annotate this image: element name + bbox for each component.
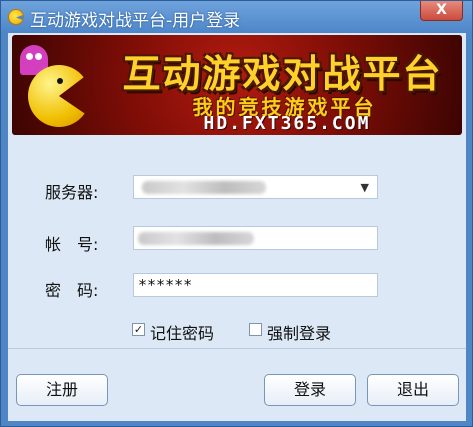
exit-button[interactable]: 退出 bbox=[367, 374, 459, 406]
title-bar[interactable]: 互动游戏对战平台-用户登录 X bbox=[1, 1, 472, 33]
force-login-label[interactable]: 强制登录 bbox=[267, 320, 331, 344]
account-input[interactable] bbox=[133, 226, 378, 250]
login-window: 互动游戏对战平台-用户登录 X 互动游戏对战平台 我的竞技游戏平台 HD.FXT… bbox=[0, 0, 473, 427]
banner-title: 互动游戏对战平台 bbox=[122, 52, 443, 96]
remember-password-checkbox[interactable]: ✓ bbox=[132, 323, 145, 336]
footer-divider bbox=[8, 348, 466, 349]
pacman-mascot-icon bbox=[28, 65, 90, 127]
login-panel: 互动游戏对战平台 我的竞技游戏平台 HD.FXT365.COM 服务器: ▼ 帐… bbox=[8, 33, 466, 421]
password-field[interactable] bbox=[133, 273, 378, 297]
server-select[interactable]: ▼ bbox=[133, 175, 378, 199]
pacman-eye-icon bbox=[57, 78, 63, 84]
force-login-checkbox[interactable] bbox=[249, 323, 262, 336]
server-value-redacted bbox=[142, 181, 266, 194]
account-label: 帐 号: bbox=[45, 235, 99, 254]
chevron-down-icon[interactable]: ▼ bbox=[361, 181, 369, 194]
remember-password-label[interactable]: 记住密码 bbox=[150, 320, 214, 344]
banner-url: HD.FXT365.COM bbox=[203, 113, 371, 134]
close-button[interactable]: X bbox=[420, 1, 463, 21]
password-input[interactable] bbox=[134, 274, 377, 296]
app-icon bbox=[8, 9, 24, 25]
password-label: 密 码: bbox=[45, 281, 99, 300]
register-button[interactable]: 注册 bbox=[16, 374, 108, 406]
window-title: 互动游戏对战平台-用户登录 bbox=[30, 11, 241, 31]
brand-banner: 互动游戏对战平台 我的竞技游戏平台 HD.FXT365.COM bbox=[12, 35, 462, 135]
server-label: 服务器: bbox=[45, 183, 99, 202]
account-value-redacted bbox=[138, 232, 254, 245]
login-button[interactable]: 登录 bbox=[264, 374, 356, 406]
